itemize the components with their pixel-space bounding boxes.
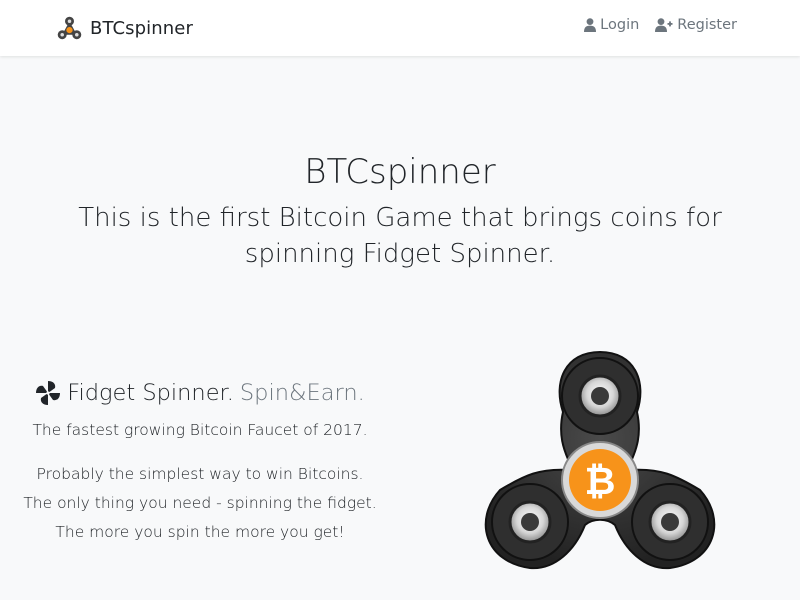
auth-nav: Login Register xyxy=(584,17,737,33)
feature-heading-muted: Spin&Earn. xyxy=(239,380,365,406)
feature-line: The more you spin the more you get! xyxy=(55,523,345,541)
feature-description: Probably the simplest way to win Bitcoin… xyxy=(15,460,385,547)
user-icon xyxy=(584,18,597,32)
feature-line: Probably the simplest way to win Bitcoin… xyxy=(36,465,364,483)
fidget-spinner-logo-icon xyxy=(57,16,82,39)
feature-line: The only thing you need - spinning the f… xyxy=(23,494,377,512)
hero-subtitle: This is the first Bitcoin Game that brin… xyxy=(78,203,722,269)
login-label: Login xyxy=(600,17,640,33)
login-link[interactable]: Login xyxy=(584,17,639,33)
brand-link[interactable]: BTCspinner xyxy=(57,14,193,42)
brand-name: BTCspinner xyxy=(90,17,193,39)
user-plus-icon xyxy=(655,18,673,32)
fidget-spinner-bitcoin-image: ₿ xyxy=(484,350,716,570)
feature-heading-main: Fidget Spinner. xyxy=(67,380,234,406)
hero-title: BTCspinner xyxy=(304,152,496,192)
svg-text:₿: ₿ xyxy=(585,459,616,503)
pinwheel-icon xyxy=(36,381,61,405)
navbar: BTCspinner Login Register xyxy=(0,0,800,56)
feature-tagline: The fastest growing Bitcoin Faucet of 20… xyxy=(32,421,368,439)
spinner-image-container: ₿ xyxy=(475,340,725,576)
feature-section: Fidget Spinner. Spin&Earn. The fastest g… xyxy=(15,376,385,547)
register-link[interactable]: Register xyxy=(655,17,737,33)
register-label: Register xyxy=(677,17,737,33)
feature-heading: Fidget Spinner. Spin&Earn. xyxy=(15,376,385,410)
